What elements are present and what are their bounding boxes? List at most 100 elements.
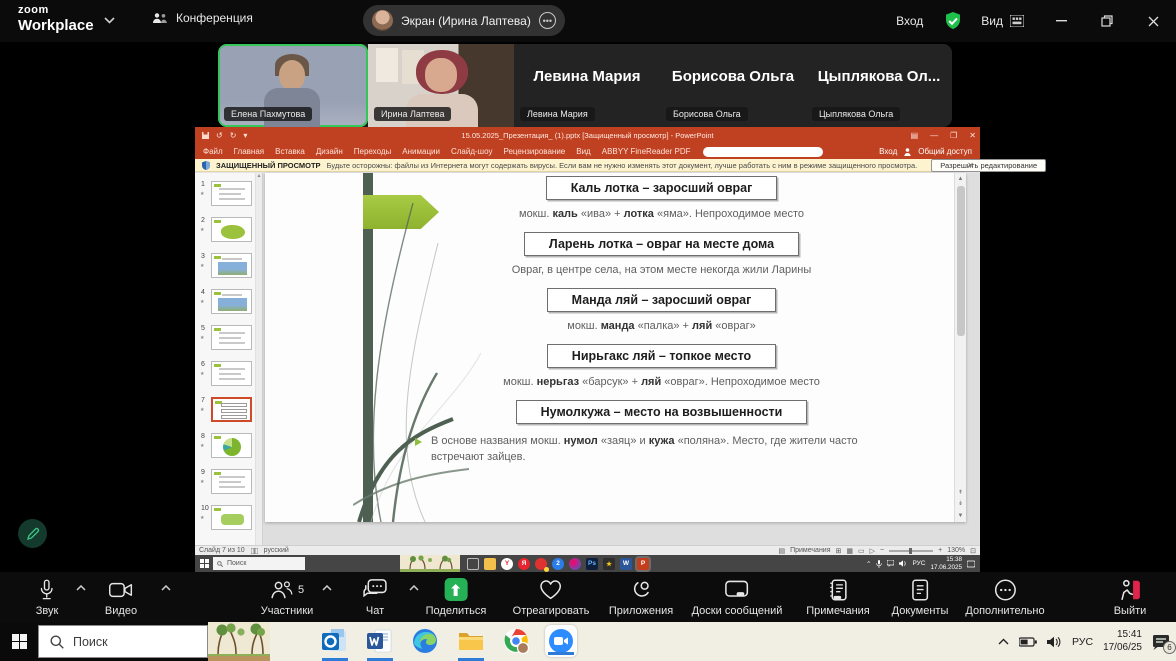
video-options-chevron[interactable] [161,585,171,591]
video-tile[interactable]: Ирина Лаптева [368,44,514,127]
language-indicator[interactable]: русский [264,547,289,554]
thumbnail-preview[interactable] [211,397,252,422]
customize-qat-icon[interactable]: ▾ [243,131,247,140]
video-tile-no-video[interactable]: Борисова Ольга Борисова Ольга [660,44,806,127]
normal-view-icon[interactable]: ⊞ [836,547,842,555]
taskbar-search-box[interactable]: Поиск [38,625,208,658]
leave-button[interactable]: Выйти [1114,578,1147,617]
remote-language-indicator[interactable]: РУС [912,560,925,567]
zoom-percentage[interactable]: 130% [947,547,965,554]
thumbnail-preview[interactable] [211,289,252,314]
slide-thumbnail-9[interactable]: 9★ [195,467,262,503]
slide-thumbnail-2[interactable]: 2★ [195,215,262,251]
ribbon-search-input[interactable] [703,147,823,157]
battery-icon[interactable] [1019,637,1037,647]
remote-clock[interactable]: 15:38 17.06.2025 [930,556,962,572]
video-tile-active-speaker[interactable]: Елена Пахмутова [218,44,368,127]
ppt-signin-button[interactable]: Вход [879,147,897,156]
apps-button[interactable]: Приложения [609,578,673,617]
notes-button[interactable]: Примечания [806,578,870,617]
fit-slide-icon[interactable]: ⊡ [970,547,976,555]
task-view-icon[interactable] [467,558,479,570]
thumbnail-preview[interactable] [211,433,252,458]
minimize-button[interactable] [1038,0,1084,42]
ribbon-options-icon[interactable]: ▤ [911,131,919,140]
remote-tray-chevron-icon[interactable]: ⌃ [866,560,871,568]
remote-speaker-icon[interactable] [899,560,907,567]
remote-chat-icon[interactable] [887,560,894,567]
docs-button[interactable]: Документы [892,578,949,617]
ribbon-tab-вид[interactable]: Вид [576,147,590,156]
chrome-icon[interactable] [503,628,529,654]
yandex-browser-icon[interactable]: Y [501,558,513,570]
outlook-icon[interactable] [322,628,348,654]
word-taskbar-icon[interactable] [367,628,393,654]
zoom-out-icon[interactable]: − [880,547,884,554]
speaker-icon[interactable] [1047,636,1062,648]
audio-options-chevron[interactable] [76,585,86,591]
slide-thumbnail-7[interactable]: 7★ [195,395,262,431]
ppt-close-button[interactable]: ✕ [969,131,976,140]
chevron-down-icon[interactable] [104,17,115,24]
ribbon-tab-главная[interactable]: Главная [234,147,264,156]
thumbnail-preview[interactable] [211,505,252,530]
ribbon-tab-рецензирование[interactable]: Рецензирование [503,147,565,156]
undo-icon[interactable]: ↺ [216,131,223,140]
tray-chevron-icon[interactable] [998,638,1009,645]
notes-icon[interactable]: ▤ [778,547,785,555]
annotate-pencil-button[interactable] [18,519,47,548]
sorter-view-icon[interactable]: ▦ [846,547,853,555]
slide-thumbnail-5[interactable]: 5★ [195,323,262,359]
thumbnail-preview[interactable] [211,253,252,278]
thumbnail-preview[interactable] [211,469,252,494]
ribbon-tab-переходы[interactable]: Переходы [354,147,392,156]
slide-thumbnail-3[interactable]: 3★ [195,251,262,287]
spellcheck-icon[interactable] [251,548,258,554]
ppt-minimize-button[interactable]: — [930,131,938,140]
close-button[interactable] [1130,0,1176,42]
view-button[interactable]: Вид [981,14,1003,28]
chat-button[interactable]: Чат [363,578,387,617]
ppt-restore-button[interactable]: ❐ [950,131,957,140]
scrollbar-thumb[interactable] [957,186,965,336]
ribbon-tab-файл[interactable]: Файл [203,147,223,156]
screen-share-pill[interactable]: Экран (Ирина Лаптева) ••• [363,5,565,36]
restore-button[interactable] [1084,0,1130,42]
ribbon-tab-вставка[interactable]: Вставка [275,147,305,156]
remote-start-button[interactable] [195,559,213,568]
save-icon[interactable] [202,132,209,139]
audio-button[interactable]: Звук [36,578,59,617]
word-icon[interactable]: W [620,558,632,570]
slide-thumbnail-1[interactable]: 1★ [195,179,262,215]
ribbon-tab-дизайн[interactable]: Дизайн [316,147,343,156]
video-tile-no-video[interactable]: Левина Мария Левина Мария [514,44,660,127]
slide-thumbnail-10[interactable]: 10★ [195,503,262,539]
powerpoint-icon[interactable]: P [637,558,649,570]
notification-center-icon[interactable]: 6 [1152,634,1170,650]
clock[interactable]: 15:41 17/06/25 [1103,629,1142,654]
banner-close-icon[interactable]: ✕ [967,161,974,170]
enable-editing-button[interactable]: Разрешить редактирование [931,159,1046,172]
zoom-slider[interactable] [889,550,933,552]
more-button[interactable]: Дополнительно [965,578,1044,617]
tab-conference[interactable]: Конференция [152,11,253,25]
star-app-icon[interactable]: ★ [603,558,615,570]
ribbon-tab-слайд-шоу[interactable]: Слайд-шоу [451,147,492,156]
video-tile-no-video[interactable]: Цыплякова Ол... Цыплякова Ольга [806,44,952,127]
thumbnail-preview[interactable] [211,181,252,206]
edge-icon[interactable] [412,628,438,654]
remote-notification-icon[interactable] [967,560,975,568]
language-indicator[interactable]: РУС [1072,636,1093,648]
thumbnail-preview[interactable] [211,325,252,350]
chat-options-chevron[interactable] [409,585,419,591]
reading-view-icon[interactable]: ▭ [858,547,865,555]
slide-vertical-scrollbar[interactable]: ▲ ↟ ↡ ▼ [954,173,966,522]
participants-button[interactable]: 5 Участники [261,578,314,617]
video-button[interactable]: Видео [105,578,137,617]
remote-search-box[interactable]: Поиск [213,557,305,570]
photoshop-icon[interactable]: Ps [586,558,598,570]
slide-thumbnail-4[interactable]: 4★ [195,287,262,323]
start-button[interactable] [0,622,38,661]
ribbon-tab-анимации[interactable]: Анимации [402,147,440,156]
slide-thumbnail-8[interactable]: 8★ [195,431,262,467]
